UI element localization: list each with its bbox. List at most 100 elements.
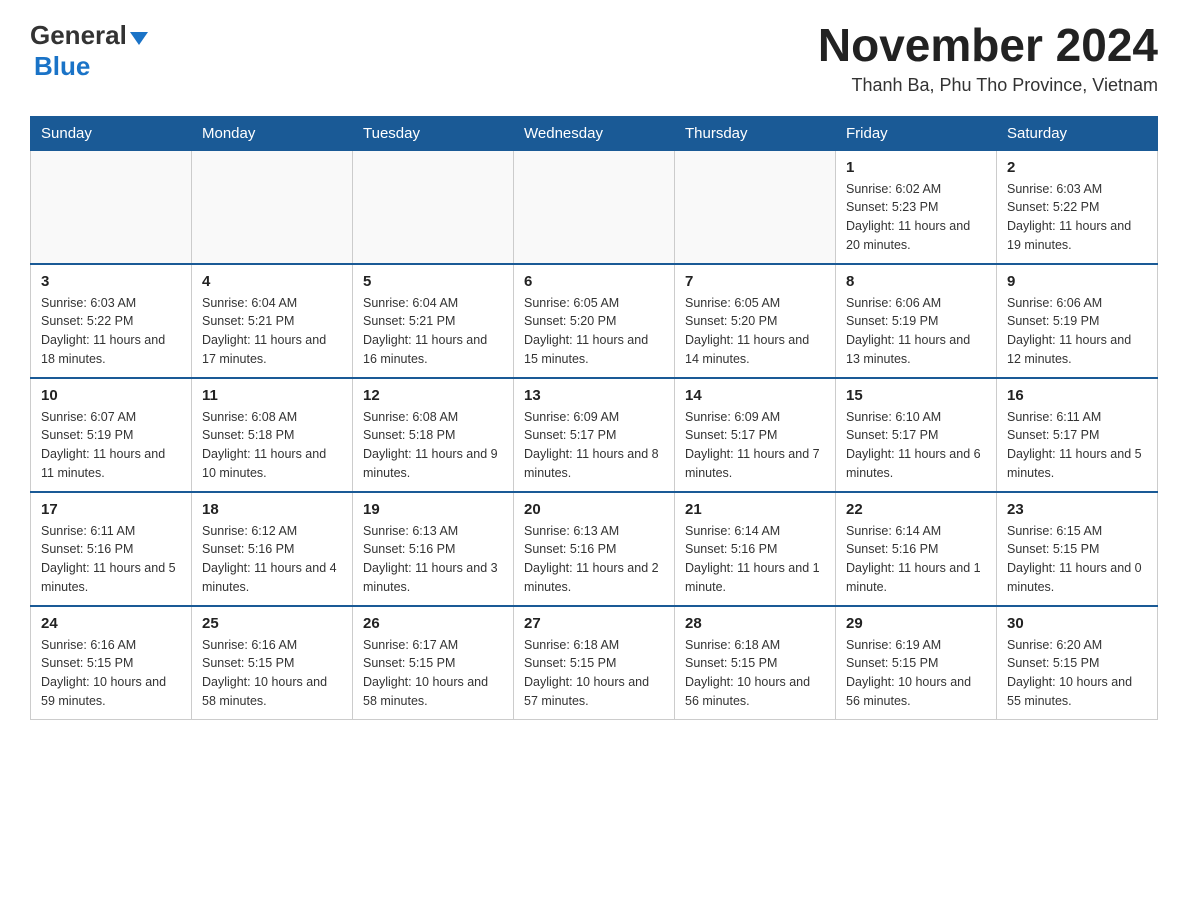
day-number: 20: [524, 501, 664, 518]
day-info: Sunrise: 6:14 AM Sunset: 5:16 PM Dayligh…: [846, 522, 986, 597]
day-info: Sunrise: 6:13 AM Sunset: 5:16 PM Dayligh…: [524, 522, 664, 597]
table-row: 25 Sunrise: 6:16 AM Sunset: 5:15 PM Dayli…: [192, 606, 353, 720]
day-number: 22: [846, 501, 986, 518]
day-number: 29: [846, 615, 986, 632]
day-info: Sunrise: 6:14 AM Sunset: 5:16 PM Dayligh…: [685, 522, 825, 597]
day-number: 8: [846, 273, 986, 290]
day-number: 19: [363, 501, 503, 518]
day-info: Sunrise: 6:20 AM Sunset: 5:15 PM Dayligh…: [1007, 636, 1147, 711]
day-number: 30: [1007, 615, 1147, 632]
day-number: 24: [41, 615, 181, 632]
col-thursday: Thursday: [675, 116, 836, 150]
day-info: Sunrise: 6:19 AM Sunset: 5:15 PM Dayligh…: [846, 636, 986, 711]
day-number: 10: [41, 387, 181, 404]
day-number: 4: [202, 273, 342, 290]
day-info: Sunrise: 6:18 AM Sunset: 5:15 PM Dayligh…: [685, 636, 825, 711]
month-title: November 2024: [818, 20, 1158, 71]
day-info: Sunrise: 6:16 AM Sunset: 5:15 PM Dayligh…: [41, 636, 181, 711]
table-row: [353, 150, 514, 264]
day-info: Sunrise: 6:02 AM Sunset: 5:23 PM Dayligh…: [846, 180, 986, 255]
day-number: 16: [1007, 387, 1147, 404]
day-info: Sunrise: 6:17 AM Sunset: 5:15 PM Dayligh…: [363, 636, 503, 711]
day-number: 21: [685, 501, 825, 518]
day-info: Sunrise: 6:08 AM Sunset: 5:18 PM Dayligh…: [202, 408, 342, 483]
day-number: 7: [685, 273, 825, 290]
table-row: 6 Sunrise: 6:05 AM Sunset: 5:20 PM Daylig…: [514, 264, 675, 378]
day-info: Sunrise: 6:13 AM Sunset: 5:16 PM Dayligh…: [363, 522, 503, 597]
table-row: 5 Sunrise: 6:04 AM Sunset: 5:21 PM Daylig…: [353, 264, 514, 378]
table-row: 3Sunrise: 6:03 AM Sunset: 5:22 PM Daylig…: [31, 264, 192, 378]
col-wednesday: Wednesday: [514, 116, 675, 150]
table-row: 24 Sunrise: 6:16 AM Sunset: 5:15 PM Dayli…: [31, 606, 192, 720]
day-number: 18: [202, 501, 342, 518]
day-info: Sunrise: 6:16 AM Sunset: 5:15 PM Dayligh…: [202, 636, 342, 711]
table-row: 20 Sunrise: 6:13 AM Sunset: 5:16 PM Dayli…: [514, 492, 675, 606]
col-friday: Friday: [836, 116, 997, 150]
day-info: Sunrise: 6:18 AM Sunset: 5:15 PM Dayligh…: [524, 636, 664, 711]
calendar-week-row: 24 Sunrise: 6:16 AM Sunset: 5:15 PM Dayli…: [31, 606, 1158, 720]
table-row: 27 Sunrise: 6:18 AM Sunset: 5:15 PM Dayli…: [514, 606, 675, 720]
table-row: 14 Sunrise: 6:09 AM Sunset: 5:17 PM Dayli…: [675, 378, 836, 492]
day-number: 25: [202, 615, 342, 632]
day-number: 2: [1007, 159, 1147, 176]
table-row: 1 Sunrise: 6:02 AM Sunset: 5:23 PM Daylig…: [836, 150, 997, 264]
table-row: 21 Sunrise: 6:14 AM Sunset: 5:16 PM Dayli…: [675, 492, 836, 606]
logo-word-general: General: [30, 20, 127, 51]
day-info: Sunrise: 6:06 AM Sunset: 5:19 PM Dayligh…: [1007, 294, 1147, 369]
day-number: 6: [524, 273, 664, 290]
table-row: 16 Sunrise: 6:11 AM Sunset: 5:17 PM Dayli…: [997, 378, 1158, 492]
table-row: 9 Sunrise: 6:06 AM Sunset: 5:19 PM Daylig…: [997, 264, 1158, 378]
col-monday: Monday: [192, 116, 353, 150]
day-number: 28: [685, 615, 825, 632]
col-sunday: Sunday: [31, 116, 192, 150]
page-header: General Blue November 2024 Thanh Ba, Phu…: [30, 20, 1158, 96]
day-number: 26: [363, 615, 503, 632]
day-number: 15: [846, 387, 986, 404]
day-info: Sunrise: 6:05 AM Sunset: 5:20 PM Dayligh…: [685, 294, 825, 369]
table-row: 17Sunrise: 6:11 AM Sunset: 5:16 PM Dayli…: [31, 492, 192, 606]
day-info: Sunrise: 6:15 AM Sunset: 5:15 PM Dayligh…: [1007, 522, 1147, 597]
day-number: 1: [846, 159, 986, 176]
day-info: Sunrise: 6:12 AM Sunset: 5:16 PM Dayligh…: [202, 522, 342, 597]
col-saturday: Saturday: [997, 116, 1158, 150]
calendar-table: Sunday Monday Tuesday Wednesday Thursday…: [30, 116, 1158, 720]
day-info: Sunrise: 6:05 AM Sunset: 5:20 PM Dayligh…: [524, 294, 664, 369]
day-info: Sunrise: 6:04 AM Sunset: 5:21 PM Dayligh…: [363, 294, 503, 369]
table-row: 23 Sunrise: 6:15 AM Sunset: 5:15 PM Dayli…: [997, 492, 1158, 606]
day-info: Sunrise: 6:04 AM Sunset: 5:21 PM Dayligh…: [202, 294, 342, 369]
table-row: 26 Sunrise: 6:17 AM Sunset: 5:15 PM Dayli…: [353, 606, 514, 720]
day-number: 5: [363, 273, 503, 290]
calendar-week-row: 3Sunrise: 6:03 AM Sunset: 5:22 PM Daylig…: [31, 264, 1158, 378]
table-row: 15 Sunrise: 6:10 AM Sunset: 5:17 PM Dayli…: [836, 378, 997, 492]
calendar-week-row: 10 Sunrise: 6:07 AM Sunset: 5:19 PM Dayli…: [31, 378, 1158, 492]
day-info: Sunrise: 6:07 AM Sunset: 5:19 PM Dayligh…: [41, 408, 181, 483]
day-number: 14: [685, 387, 825, 404]
day-number: 9: [1007, 273, 1147, 290]
table-row: [514, 150, 675, 264]
table-row: 7 Sunrise: 6:05 AM Sunset: 5:20 PM Daylig…: [675, 264, 836, 378]
day-info: Sunrise: 6:09 AM Sunset: 5:17 PM Dayligh…: [524, 408, 664, 483]
day-number: 12: [363, 387, 503, 404]
table-row: 4 Sunrise: 6:04 AM Sunset: 5:21 PM Daylig…: [192, 264, 353, 378]
calendar-week-row: 17Sunrise: 6:11 AM Sunset: 5:16 PM Dayli…: [31, 492, 1158, 606]
table-row: 30 Sunrise: 6:20 AM Sunset: 5:15 PM Dayli…: [997, 606, 1158, 720]
day-number: 17: [41, 501, 181, 518]
table-row: [675, 150, 836, 264]
calendar-week-row: 1 Sunrise: 6:02 AM Sunset: 5:23 PM Daylig…: [31, 150, 1158, 264]
table-row: 12 Sunrise: 6:08 AM Sunset: 5:18 PM Dayli…: [353, 378, 514, 492]
day-number: 3: [41, 273, 181, 290]
day-number: 23: [1007, 501, 1147, 518]
day-info: Sunrise: 6:10 AM Sunset: 5:17 PM Dayligh…: [846, 408, 986, 483]
table-row: 2Sunrise: 6:03 AM Sunset: 5:22 PM Daylig…: [997, 150, 1158, 264]
logo-word-blue: Blue: [34, 51, 90, 81]
day-info: Sunrise: 6:08 AM Sunset: 5:18 PM Dayligh…: [363, 408, 503, 483]
day-info: Sunrise: 6:11 AM Sunset: 5:17 PM Dayligh…: [1007, 408, 1147, 483]
day-number: 27: [524, 615, 664, 632]
table-row: [31, 150, 192, 264]
day-number: 13: [524, 387, 664, 404]
table-row: 13 Sunrise: 6:09 AM Sunset: 5:17 PM Dayli…: [514, 378, 675, 492]
table-row: 18 Sunrise: 6:12 AM Sunset: 5:16 PM Dayli…: [192, 492, 353, 606]
day-info: Sunrise: 6:09 AM Sunset: 5:17 PM Dayligh…: [685, 408, 825, 483]
table-row: 28 Sunrise: 6:18 AM Sunset: 5:15 PM Dayli…: [675, 606, 836, 720]
table-row: 8Sunrise: 6:06 AM Sunset: 5:19 PM Daylig…: [836, 264, 997, 378]
